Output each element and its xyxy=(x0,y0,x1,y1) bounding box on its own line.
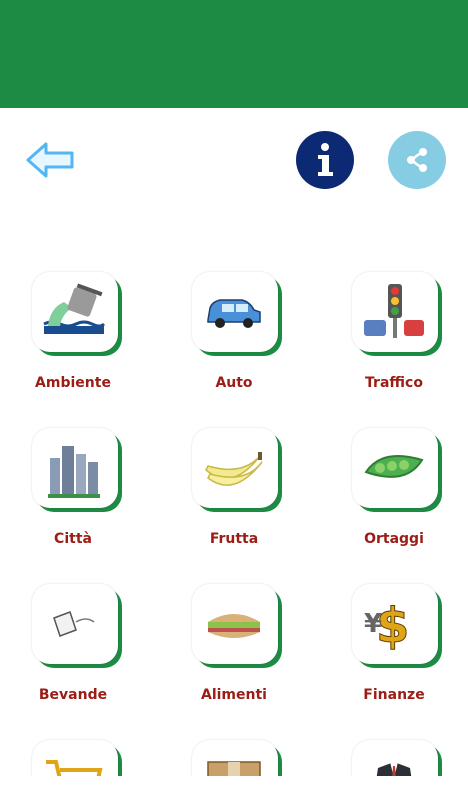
shopping-cart-icon xyxy=(46,760,103,776)
category-tile-ortaggi[interactable] xyxy=(352,428,444,514)
svg-text:¥: ¥ xyxy=(364,609,382,639)
city-icon xyxy=(48,446,100,498)
category-tile-cart[interactable] xyxy=(32,740,124,776)
category-label[interactable]: Frutta xyxy=(174,531,294,547)
category-tile-auto[interactable] xyxy=(192,272,284,358)
category-tile-box[interactable] xyxy=(192,740,284,776)
category-tile-frutta[interactable] xyxy=(192,428,284,514)
peas-icon xyxy=(364,455,424,478)
box-icon xyxy=(207,761,261,776)
glass-icon xyxy=(53,611,95,637)
category-label[interactable]: Città xyxy=(13,531,133,547)
suit-icon xyxy=(376,762,412,776)
category-label[interactable]: Bevande xyxy=(13,687,133,703)
category-tile-citta[interactable] xyxy=(32,428,124,514)
banana-icon xyxy=(205,452,263,486)
category-label[interactable]: Traffico xyxy=(334,375,454,391)
category-label[interactable]: Ambiente xyxy=(13,375,133,391)
sandwich-icon xyxy=(208,614,260,638)
category-tile-finanze[interactable]: $ ¥ xyxy=(352,584,444,670)
car-icon xyxy=(207,299,261,328)
category-tile-suit[interactable] xyxy=(352,740,444,776)
category-grid: Ambiente Auto Traffico Città Frutta Orta… xyxy=(0,0,468,776)
category-label[interactable]: Finanze xyxy=(334,687,454,703)
traffic-light-icon xyxy=(364,284,424,338)
category-tile-traffico[interactable] xyxy=(352,272,444,358)
category-label[interactable]: Ortaggi xyxy=(334,531,454,547)
money-icon: $ ¥ xyxy=(364,598,410,655)
category-label[interactable]: Auto xyxy=(174,375,294,391)
category-tile-alimenti[interactable] xyxy=(192,584,284,670)
environment-icon xyxy=(43,283,106,334)
category-tile-ambiente[interactable] xyxy=(32,272,124,358)
category-tile-bevande[interactable] xyxy=(32,584,124,670)
bottom-edge xyxy=(0,776,468,800)
category-label[interactable]: Alimenti xyxy=(174,687,294,703)
